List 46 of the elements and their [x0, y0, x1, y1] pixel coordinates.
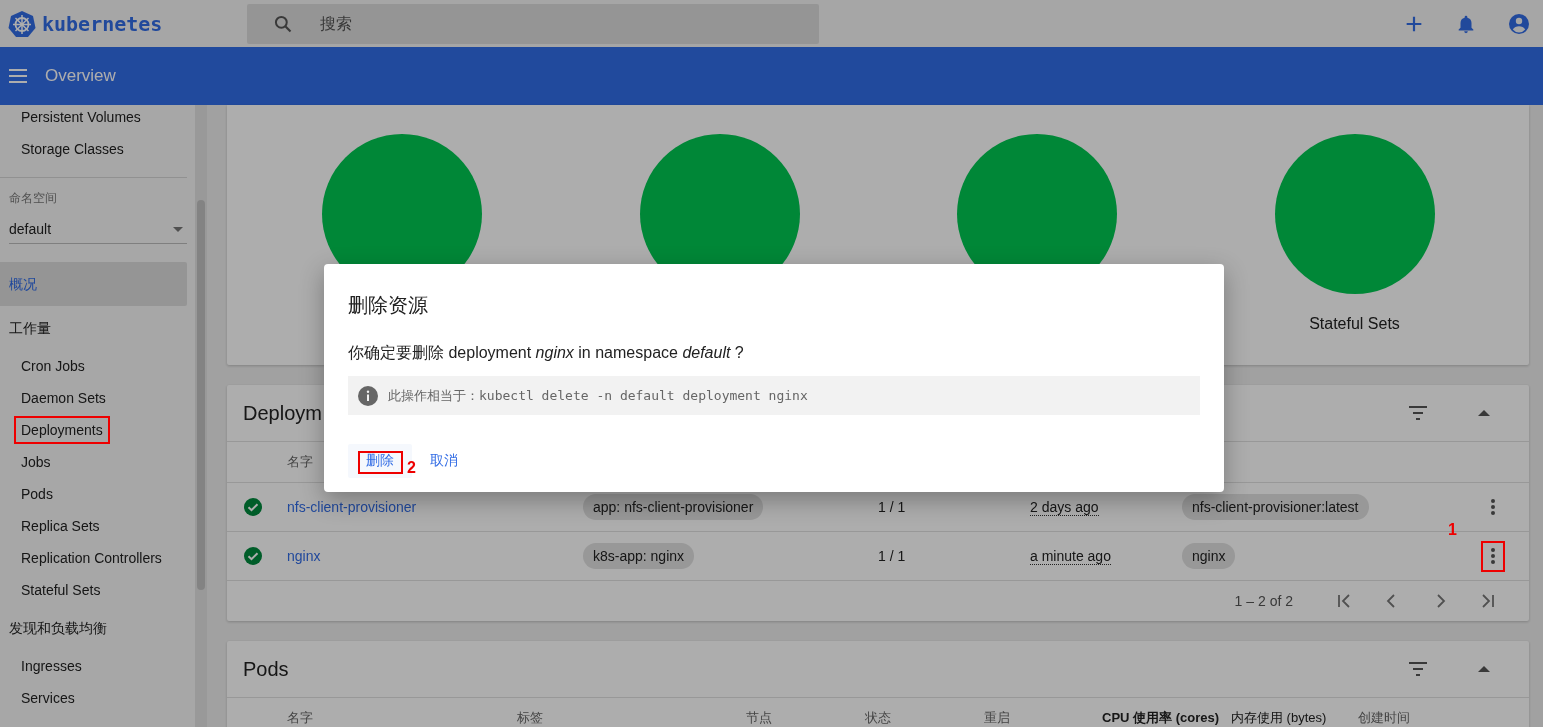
brand-name: kubernetes — [42, 11, 163, 36]
command-text: kubectl delete -n default deployment nginx — [479, 388, 808, 403]
table-cell-text: 1 / 1 — [878, 499, 907, 515]
nav-section[interactable]: 工作量 — [0, 306, 187, 350]
card-title: Pods — [243, 657, 289, 681]
column-header: 名字 — [287, 453, 313, 471]
column-header: 名字 — [287, 709, 313, 727]
chart-label: Stateful Sets — [1308, 315, 1401, 333]
sidebar-item[interactable]: Replica Sets — [0, 510, 100, 542]
column-header: 节点 — [746, 709, 772, 727]
dialog-title: 删除资源 — [348, 293, 429, 318]
sidebar-item[interactable]: Deployments — [0, 414, 103, 446]
image-chip: nginx — [1182, 543, 1236, 569]
info-text: 此操作相当于： — [388, 386, 479, 405]
age-text: a minute ago — [1030, 548, 1111, 565]
sidebar-item[interactable]: Stateful Sets — [0, 574, 101, 606]
dialog-message: 你确定要删除 deployment nginx in namespace default ? — [348, 343, 745, 363]
annotation-number: 1 — [1448, 521, 1457, 539]
column-header: 重启 — [984, 709, 1010, 727]
sidebar-item[interactable]: Pods — [0, 478, 53, 510]
deployment-link[interactable]: nfs-client-provisioner — [287, 499, 417, 515]
sidebar-item[interactable]: Cron Jobs — [0, 350, 85, 382]
label-chip: app: nfs-client-provisioner — [583, 494, 764, 520]
column-header: 状态 — [865, 709, 891, 727]
sidebar-item[interactable]: Jobs — [0, 446, 51, 478]
card-title: Deploym — [243, 401, 322, 425]
column-header: CPU 使用率 (cores) — [1102, 709, 1220, 727]
page-title: Overview — [45, 66, 116, 86]
namespace-label: 命名空间 — [8, 190, 58, 207]
label-chip: k8s-app: nginx — [583, 543, 695, 569]
image-chip: nfs-client-provisioner:latest — [1182, 494, 1369, 520]
deployment-link[interactable]: nginx — [287, 548, 321, 564]
table-cell-text: 1 / 1 — [878, 548, 907, 564]
age-text: 2 days ago — [1030, 499, 1099, 516]
nav-section[interactable]: 发现和负载均衡 — [0, 606, 187, 650]
pagination-range: 1 – 2 of 2 — [1234, 593, 1293, 609]
column-header: 标签 — [517, 709, 543, 727]
column-header: 内存使用 (bytes) — [1231, 709, 1327, 727]
sidebar-item[interactable]: Daemon Sets — [0, 382, 106, 414]
column-header: 创建时间 — [1358, 709, 1410, 727]
sidebar-item[interactable]: Replication Controllers — [0, 542, 162, 574]
sidebar-item[interactable]: Services — [0, 682, 75, 714]
namespace-select[interactable]: default — [9, 215, 187, 244]
search-field[interactable]: 搜索 — [247, 3, 819, 44]
sidebar-item[interactable]: Ingresses — [0, 650, 82, 682]
sidebar-item[interactable]: Storage Classes — [0, 133, 124, 165]
